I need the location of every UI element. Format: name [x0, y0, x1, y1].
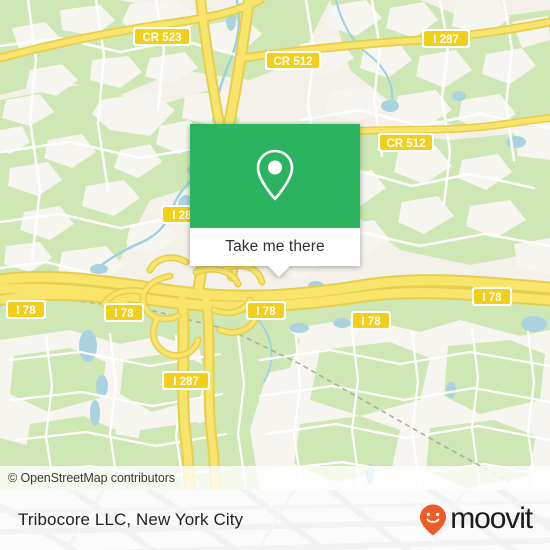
moovit-wordmark: moovit — [450, 501, 533, 535]
svg-text:I 78: I 78 — [482, 292, 502, 304]
svg-text:CR 512: CR 512 — [274, 56, 313, 68]
popup-pointer-tail — [268, 266, 290, 277]
osm-attribution-label: © OpenStreetMap contributors — [8, 471, 175, 485]
road-shield-i78-5: I 78 — [472, 287, 512, 306]
place-name-label: Tribocore LLC, New York City — [18, 510, 244, 529]
bottom-info-bar: Tribocore LLC, New York City moovit — [0, 490, 550, 550]
osm-attribution[interactable]: © OpenStreetMap contributors — [0, 466, 550, 490]
road-shield-cr512-right: CR 512 — [378, 133, 434, 152]
road-shield-i78-1: I 78 — [6, 300, 46, 319]
popup-header — [190, 124, 360, 228]
road-shield-cr512-top: CR 512 — [265, 51, 321, 70]
svg-text:I 78: I 78 — [256, 306, 276, 318]
location-popup-card[interactable]: Take me there — [190, 124, 360, 277]
svg-text:I 287: I 287 — [433, 34, 459, 46]
popup-footer[interactable]: Take me there — [190, 228, 360, 277]
map-pin-icon — [256, 149, 294, 201]
road-shield-i78-4: I 78 — [351, 311, 391, 330]
svg-text:CR 512: CR 512 — [387, 138, 426, 150]
svg-text:I 78: I 78 — [16, 305, 36, 317]
svg-text:I 287: I 287 — [173, 376, 199, 388]
svg-text:I 78: I 78 — [114, 308, 134, 320]
road-shield-i287-bottom: I 287 — [162, 371, 210, 390]
road-shield-i287-topright: I 287 — [422, 29, 470, 48]
take-me-there-label: Take me there — [225, 238, 325, 255]
road-shield-i78-3: I 78 — [246, 301, 286, 320]
road-shield-i78-2: I 78 — [104, 303, 144, 322]
screenshot-root: CR 523 CR 512 I 287 CR 512 I 287 I 78 I … — [0, 0, 550, 550]
svg-text:CR 523: CR 523 — [143, 32, 182, 44]
road-shield-cr523: CR 523 — [133, 27, 191, 46]
svg-text:I 78: I 78 — [361, 316, 381, 328]
moovit-brand[interactable]: moovit — [418, 501, 533, 537]
moovit-pin-smile-icon — [420, 504, 447, 536]
